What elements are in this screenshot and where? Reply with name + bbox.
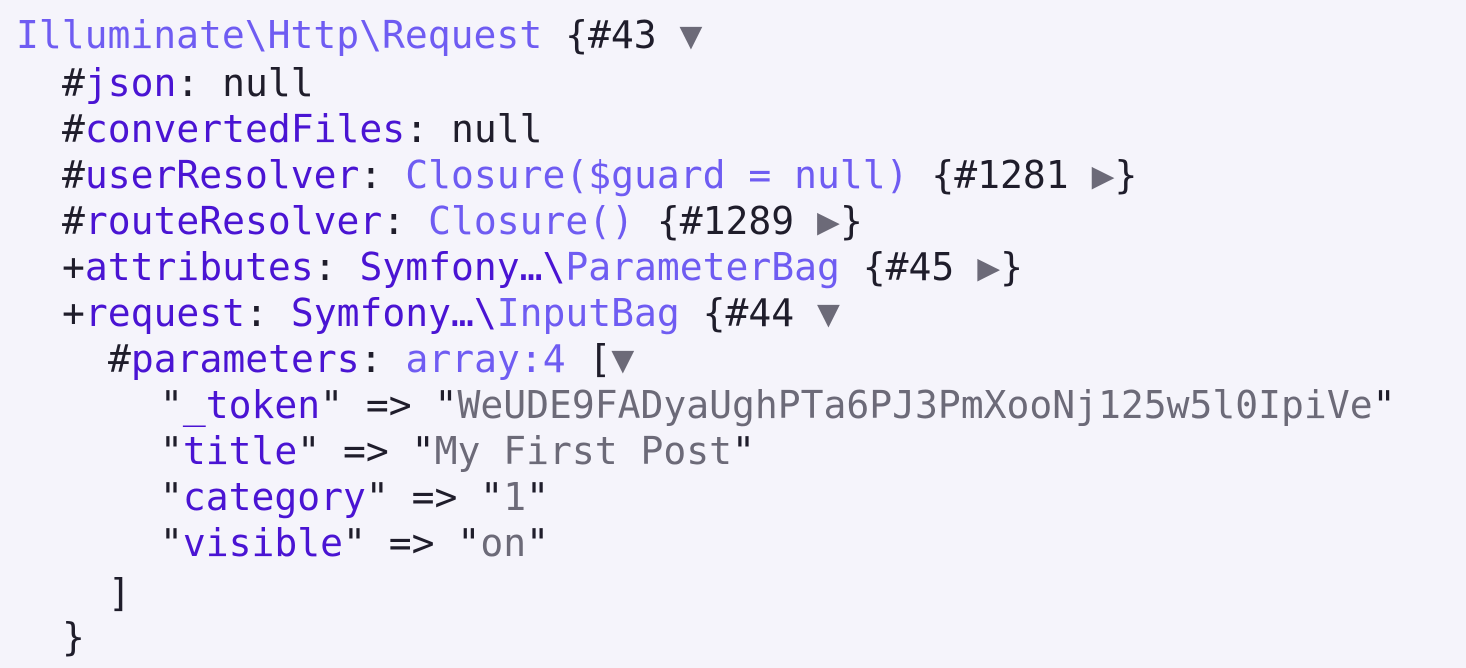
prop-separator: : bbox=[405, 107, 451, 151]
root-class-name: Illuminate\Http\Request bbox=[16, 13, 543, 57]
entry-key: title bbox=[182, 429, 298, 473]
prop-user-resolver-line: #userResolver: Closure($guard = null) {#… bbox=[62, 152, 1137, 198]
entry-value: My First Post bbox=[434, 429, 732, 473]
prop-modifier: + bbox=[62, 291, 85, 335]
prop-separator: : bbox=[313, 245, 360, 289]
prop-value: Closure() bbox=[428, 199, 634, 243]
entry-key: category bbox=[182, 475, 366, 519]
entry-value: WeUDE9FADyaUghPTa6PJ3PmXooNj125w5l0IpiVe bbox=[457, 383, 1373, 427]
prop-separator: : bbox=[176, 61, 223, 105]
prop-name: userResolver bbox=[84, 153, 360, 197]
entry-key: visible bbox=[182, 521, 344, 565]
expand-toggle[interactable]: ▶ bbox=[977, 245, 1000, 289]
prop-separator: : bbox=[359, 337, 406, 381]
close-brace: } bbox=[839, 199, 863, 243]
expand-toggle[interactable]: ▶ bbox=[1092, 153, 1115, 197]
close-brace: } bbox=[1000, 245, 1023, 289]
prop-name: request bbox=[84, 291, 246, 335]
object-id: {#45 bbox=[862, 245, 955, 289]
prop-name: json bbox=[84, 61, 177, 105]
prop-name: parameters bbox=[130, 337, 360, 381]
parameters-line: #parameters: array:4 [▼ bbox=[108, 336, 634, 382]
root-collapse-toggle[interactable]: ▼ bbox=[680, 13, 703, 57]
prop-value: Closure($guard = null) bbox=[405, 153, 909, 197]
object-id: {#1281 bbox=[931, 153, 1069, 197]
prop-modifier: # bbox=[62, 61, 85, 105]
prop-modifier: # bbox=[62, 199, 85, 243]
array-open-bracket: [ bbox=[588, 337, 612, 381]
prop-separator: : bbox=[359, 153, 406, 197]
prop-name: attributes bbox=[84, 245, 314, 289]
prop-modifier: + bbox=[62, 245, 85, 289]
prop-modifier: # bbox=[62, 107, 85, 151]
prop-route-resolver-line: #routeResolver: Closure() {#1289 ▶} bbox=[62, 198, 863, 244]
request-close-brace: } bbox=[62, 615, 85, 659]
prop-name: convertedFiles bbox=[84, 107, 406, 151]
expand-toggle[interactable]: ▶ bbox=[817, 199, 840, 243]
array-collapse-toggle[interactable]: ▼ bbox=[611, 337, 634, 381]
prop-separator: : bbox=[382, 199, 429, 243]
dump-root-line: Illuminate\Http\Request {#43 ▼ bbox=[16, 12, 702, 58]
prop-value: ParameterBag bbox=[565, 245, 840, 289]
prop-value: null bbox=[450, 107, 543, 151]
class-namespace: Symfony…\ bbox=[290, 291, 497, 335]
prop-request-line: +request: Symfony…\InputBag {#44 ▼ bbox=[62, 290, 840, 336]
root-object-id: {#43 bbox=[565, 13, 657, 57]
array-type: array:4 bbox=[405, 337, 566, 381]
dump-viewer: Illuminate\Http\Request {#43 ▼ #json: nu… bbox=[0, 0, 1466, 668]
entry-key: _token bbox=[182, 383, 321, 427]
object-id: {#44 bbox=[702, 291, 795, 335]
prop-name: routeResolver bbox=[84, 199, 383, 243]
array-entry: "category" => "1" bbox=[160, 475, 549, 519]
collapse-toggle[interactable]: ▼ bbox=[817, 291, 840, 335]
entry-value: 1 bbox=[503, 475, 527, 519]
prop-separator: : bbox=[245, 291, 291, 335]
prop-modifier: # bbox=[62, 153, 85, 197]
entry-value: on bbox=[480, 521, 527, 565]
array-close-bracket: ] bbox=[108, 571, 131, 615]
prop-modifier: # bbox=[108, 337, 131, 381]
prop-value: InputBag bbox=[496, 291, 680, 335]
array-entry: "title" => "My First Post" bbox=[160, 429, 755, 473]
close-brace: } bbox=[1114, 153, 1138, 197]
prop-value: null bbox=[222, 61, 314, 105]
array-entry: "_token" => "WeUDE9FADyaUghPTa6PJ3PmXooN… bbox=[160, 383, 1396, 427]
object-id: {#1289 bbox=[656, 199, 795, 243]
prop-attributes-line: +attributes: Symfony…\ParameterBag {#45 … bbox=[62, 244, 1023, 290]
prop-converted-files-line: #convertedFiles: null bbox=[62, 106, 542, 152]
class-namespace: Symfony…\ bbox=[359, 245, 566, 289]
prop-json-line: #json: null bbox=[62, 60, 314, 106]
array-entry: "visible" => "on" bbox=[160, 521, 549, 565]
